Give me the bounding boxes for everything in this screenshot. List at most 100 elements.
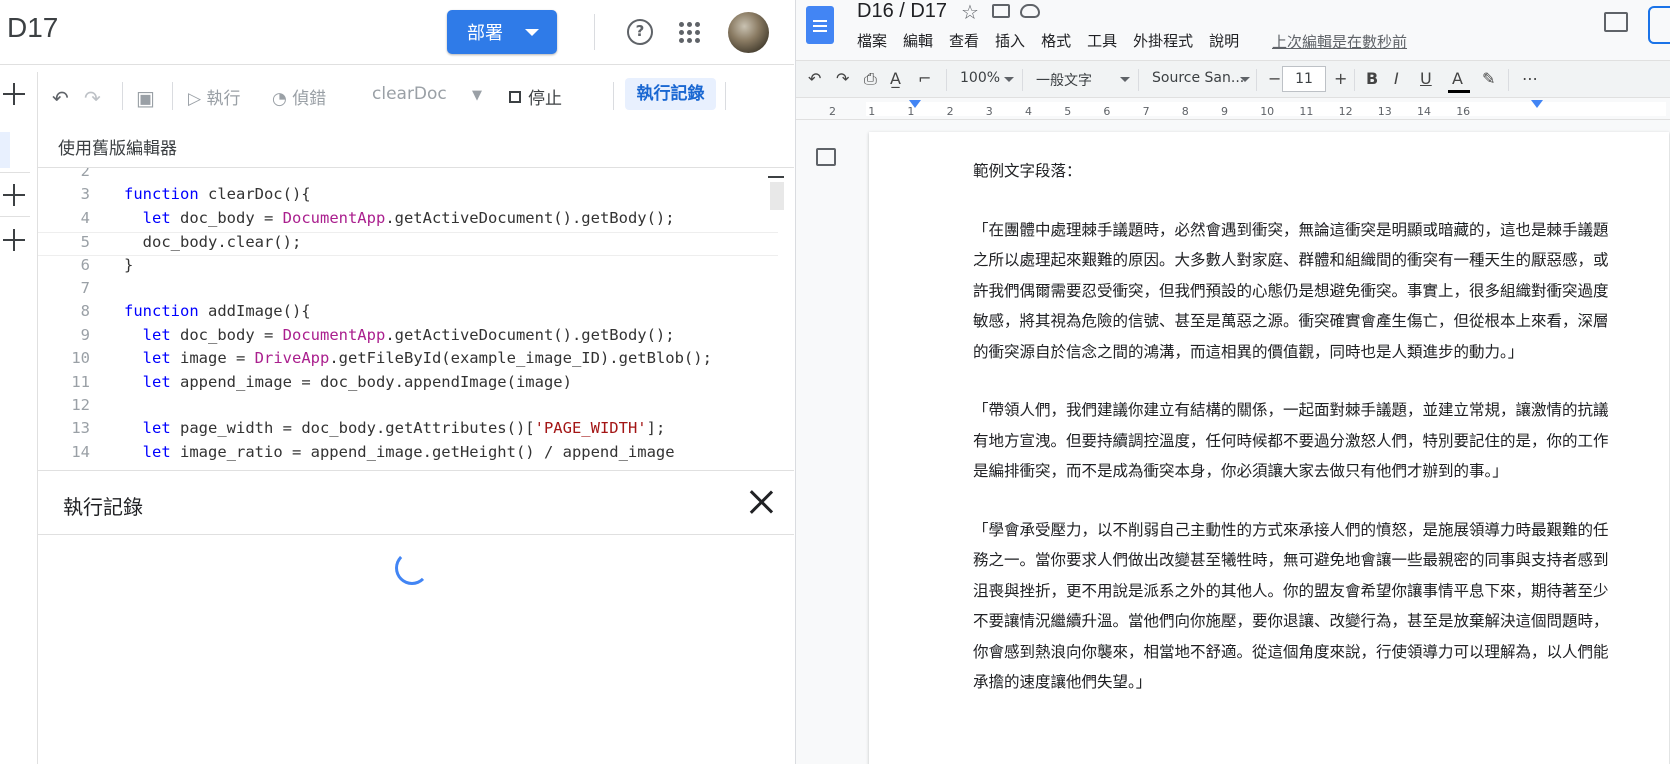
code-line[interactable]: 5 doc_body.clear();: [38, 232, 778, 257]
add-file-icon[interactable]: [3, 83, 25, 105]
style-dropdown-icon[interactable]: [1120, 77, 1130, 82]
menu-item[interactable]: 檔案: [857, 30, 887, 54]
highlight-icon[interactable]: ✎: [1482, 69, 1495, 88]
deploy-dropdown-icon[interactable]: [525, 29, 539, 36]
code-line[interactable]: 12: [38, 396, 778, 420]
line-number: 12: [71, 396, 90, 414]
debug-button[interactable]: ◔ 偵錯: [272, 84, 326, 109]
bold-icon[interactable]: B: [1366, 69, 1378, 88]
menu-item[interactable]: 查看: [949, 30, 979, 54]
toolbar-divider: [1354, 69, 1355, 91]
line-number: 2: [80, 168, 90, 180]
run-button[interactable]: ▷ 執行: [188, 84, 240, 109]
execution-log-button[interactable]: 執行記錄: [625, 78, 716, 110]
font-dropdown-icon[interactable]: [1240, 77, 1250, 82]
font-select[interactable]: Source San...: [1152, 70, 1244, 86]
more-icon[interactable]: ⋯: [1522, 69, 1538, 88]
code-line[interactable]: 4 let doc_body = DocumentApp.getActiveDo…: [38, 209, 778, 233]
docs-toolbar: ↶ ↷ ⎙ A̲ ⌐ 100% 一般文字 Source San... − 11 …: [796, 60, 1670, 98]
paragraph-style-select[interactable]: 一般文字: [1036, 70, 1092, 90]
comments-icon[interactable]: [1604, 12, 1628, 32]
undo-icon[interactable]: ↶: [808, 69, 821, 88]
loading-spinner-icon: [395, 551, 429, 585]
code-line[interactable]: 10 let image = DriveApp.getFileById(exam…: [38, 349, 778, 373]
decrease-font-size-icon[interactable]: −: [1268, 69, 1281, 88]
code-line[interactable]: 7: [38, 279, 778, 303]
move-folder-icon[interactable]: [992, 4, 1010, 18]
function-dropdown-icon[interactable]: ▼: [472, 88, 482, 103]
last-edit-link[interactable]: 上次編輯是在數秒前: [1272, 31, 1407, 52]
redo-icon[interactable]: ↷: [84, 86, 101, 110]
spellcheck-icon[interactable]: A̲: [890, 69, 901, 88]
apps-script-header: D17 部署 ?: [0, 0, 794, 65]
outline-icon[interactable]: [816, 148, 836, 166]
function-select[interactable]: clearDoc: [372, 84, 447, 104]
stop-label[interactable]: 停止: [528, 84, 562, 109]
code-line[interactable]: 8 function addImage(){: [38, 302, 778, 326]
deploy-button[interactable]: 部署: [447, 10, 557, 54]
legacy-editor-link[interactable]: 使用舊版編輯器: [58, 134, 177, 159]
zoom-select[interactable]: 100%: [960, 70, 1000, 86]
side-rail: [0, 72, 38, 764]
help-icon[interactable]: ?: [627, 19, 653, 45]
share-button[interactable]: [1648, 6, 1670, 44]
code-line[interactable]: 2: [38, 168, 778, 186]
redo-icon[interactable]: ↷: [836, 69, 849, 88]
code-line[interactable]: 6}: [38, 256, 778, 280]
line-number: 8: [80, 302, 90, 321]
line-number: 13: [71, 419, 90, 438]
toolbar-divider: [172, 82, 173, 110]
add-service-icon[interactable]: [3, 229, 25, 251]
print-icon[interactable]: ⎙: [864, 69, 877, 89]
menu-item[interactable]: 格式: [1041, 30, 1071, 54]
indent-marker-icon[interactable]: [909, 100, 921, 108]
add-library-icon[interactable]: [3, 184, 25, 206]
font-size-input[interactable]: 11: [1282, 66, 1326, 92]
ruler-number: 8: [1181, 105, 1189, 118]
code-line[interactable]: 13 let page_width = doc_body.getAttribut…: [38, 419, 778, 443]
line-number: 3: [80, 185, 90, 204]
undo-icon[interactable]: ↶: [52, 86, 69, 110]
code-editor[interactable]: 2 3 function clearDoc(){4 let doc_body = D…: [38, 168, 794, 470]
close-icon[interactable]: [748, 489, 774, 515]
menu-item[interactable]: 工具: [1087, 30, 1117, 54]
zoom-dropdown-icon[interactable]: [1004, 77, 1014, 82]
menu-item[interactable]: 編輯: [903, 30, 933, 54]
stop-icon[interactable]: [509, 91, 521, 103]
avatar[interactable]: [728, 12, 769, 53]
toolbar-divider: [1508, 69, 1509, 91]
cloud-status-icon[interactable]: [1020, 4, 1040, 18]
star-icon[interactable]: ☆: [961, 0, 979, 24]
menu-item[interactable]: 說明: [1209, 30, 1239, 54]
paint-format-icon[interactable]: ⌐: [918, 69, 931, 88]
ruler-track[interactable]: 2 1 1 2 3 4 5 6 7 8 9 10 11 12 13 14 16: [829, 102, 1666, 118]
text-color-icon[interactable]: A: [1452, 69, 1463, 88]
document-page[interactable]: 範例文字段落： 「在團體中處理棘手議題時，必然會遇到衝突，無論這衝突是明顯或暗藏…: [869, 132, 1669, 764]
right-indent-marker-icon[interactable]: [1531, 100, 1543, 108]
ruler-number: 10: [1260, 105, 1275, 118]
italic-icon[interactable]: I: [1394, 69, 1399, 88]
document-title[interactable]: D16 / D17: [857, 0, 947, 23]
editor-toolbar: ↶ ↷ ▣ ▷ 執行 ◔ 偵錯 clearDoc ▼ 停止 執行記錄: [38, 72, 794, 122]
code-line[interactable]: 3 function clearDoc(){: [38, 185, 778, 209]
ruler-number: 4: [1025, 105, 1032, 118]
selected-file-indicator[interactable]: [0, 132, 10, 168]
toolbar-divider: [946, 69, 947, 91]
code-line[interactable]: 11 let append_image = doc_body.appendIma…: [38, 373, 778, 397]
run-label: 執行: [206, 89, 241, 109]
ruler-number: 1: [868, 105, 876, 118]
menu-item[interactable]: 外掛程式: [1133, 30, 1193, 54]
project-title[interactable]: D17: [7, 12, 58, 44]
code-line[interactable]: 14 let image_ratio = append_image.getHei…: [38, 443, 778, 467]
underline-icon[interactable]: U: [1420, 69, 1432, 88]
save-icon[interactable]: ▣: [136, 86, 155, 110]
ruler-number: 11: [1299, 105, 1314, 118]
execution-log-title: 執行記錄: [63, 495, 143, 519]
docs-logo-icon[interactable]: [806, 6, 834, 44]
line-number: 6: [80, 255, 90, 274]
document-body[interactable]: 範例文字段落： 「在團體中處理棘手議題時，必然會遇到衝突，無論這衝突是明顯或暗藏…: [973, 156, 1609, 726]
increase-font-size-icon[interactable]: +: [1334, 69, 1347, 88]
code-line[interactable]: 9 let doc_body = DocumentApp.getActiveDo…: [38, 326, 778, 350]
google-apps-icon[interactable]: [679, 22, 701, 44]
menu-item[interactable]: 插入: [995, 30, 1025, 54]
